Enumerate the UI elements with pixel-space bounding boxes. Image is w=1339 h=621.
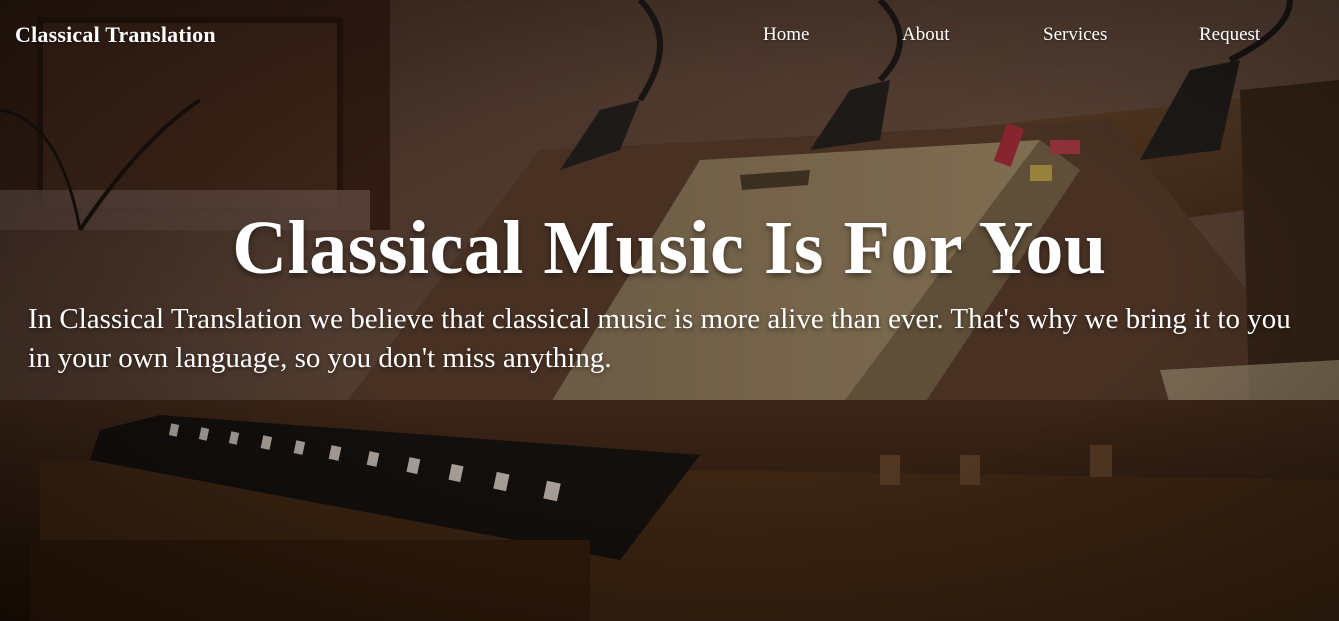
- nav-link-services[interactable]: Services: [1043, 24, 1107, 46]
- nav-links: Home About Services Request: [0, 24, 1339, 50]
- hero-title: Classical Music Is For You: [232, 206, 1107, 290]
- nav-link-request[interactable]: Request: [1199, 24, 1260, 46]
- hero-description: In Classical Translation we believe that…: [28, 303, 1291, 374]
- hero-section: Classical Translation Home About Service…: [0, 0, 1339, 621]
- nav-link-about[interactable]: About: [902, 24, 950, 46]
- nav-link-home[interactable]: Home: [763, 24, 809, 46]
- navbar: Classical Translation Home About Service…: [0, 0, 1339, 72]
